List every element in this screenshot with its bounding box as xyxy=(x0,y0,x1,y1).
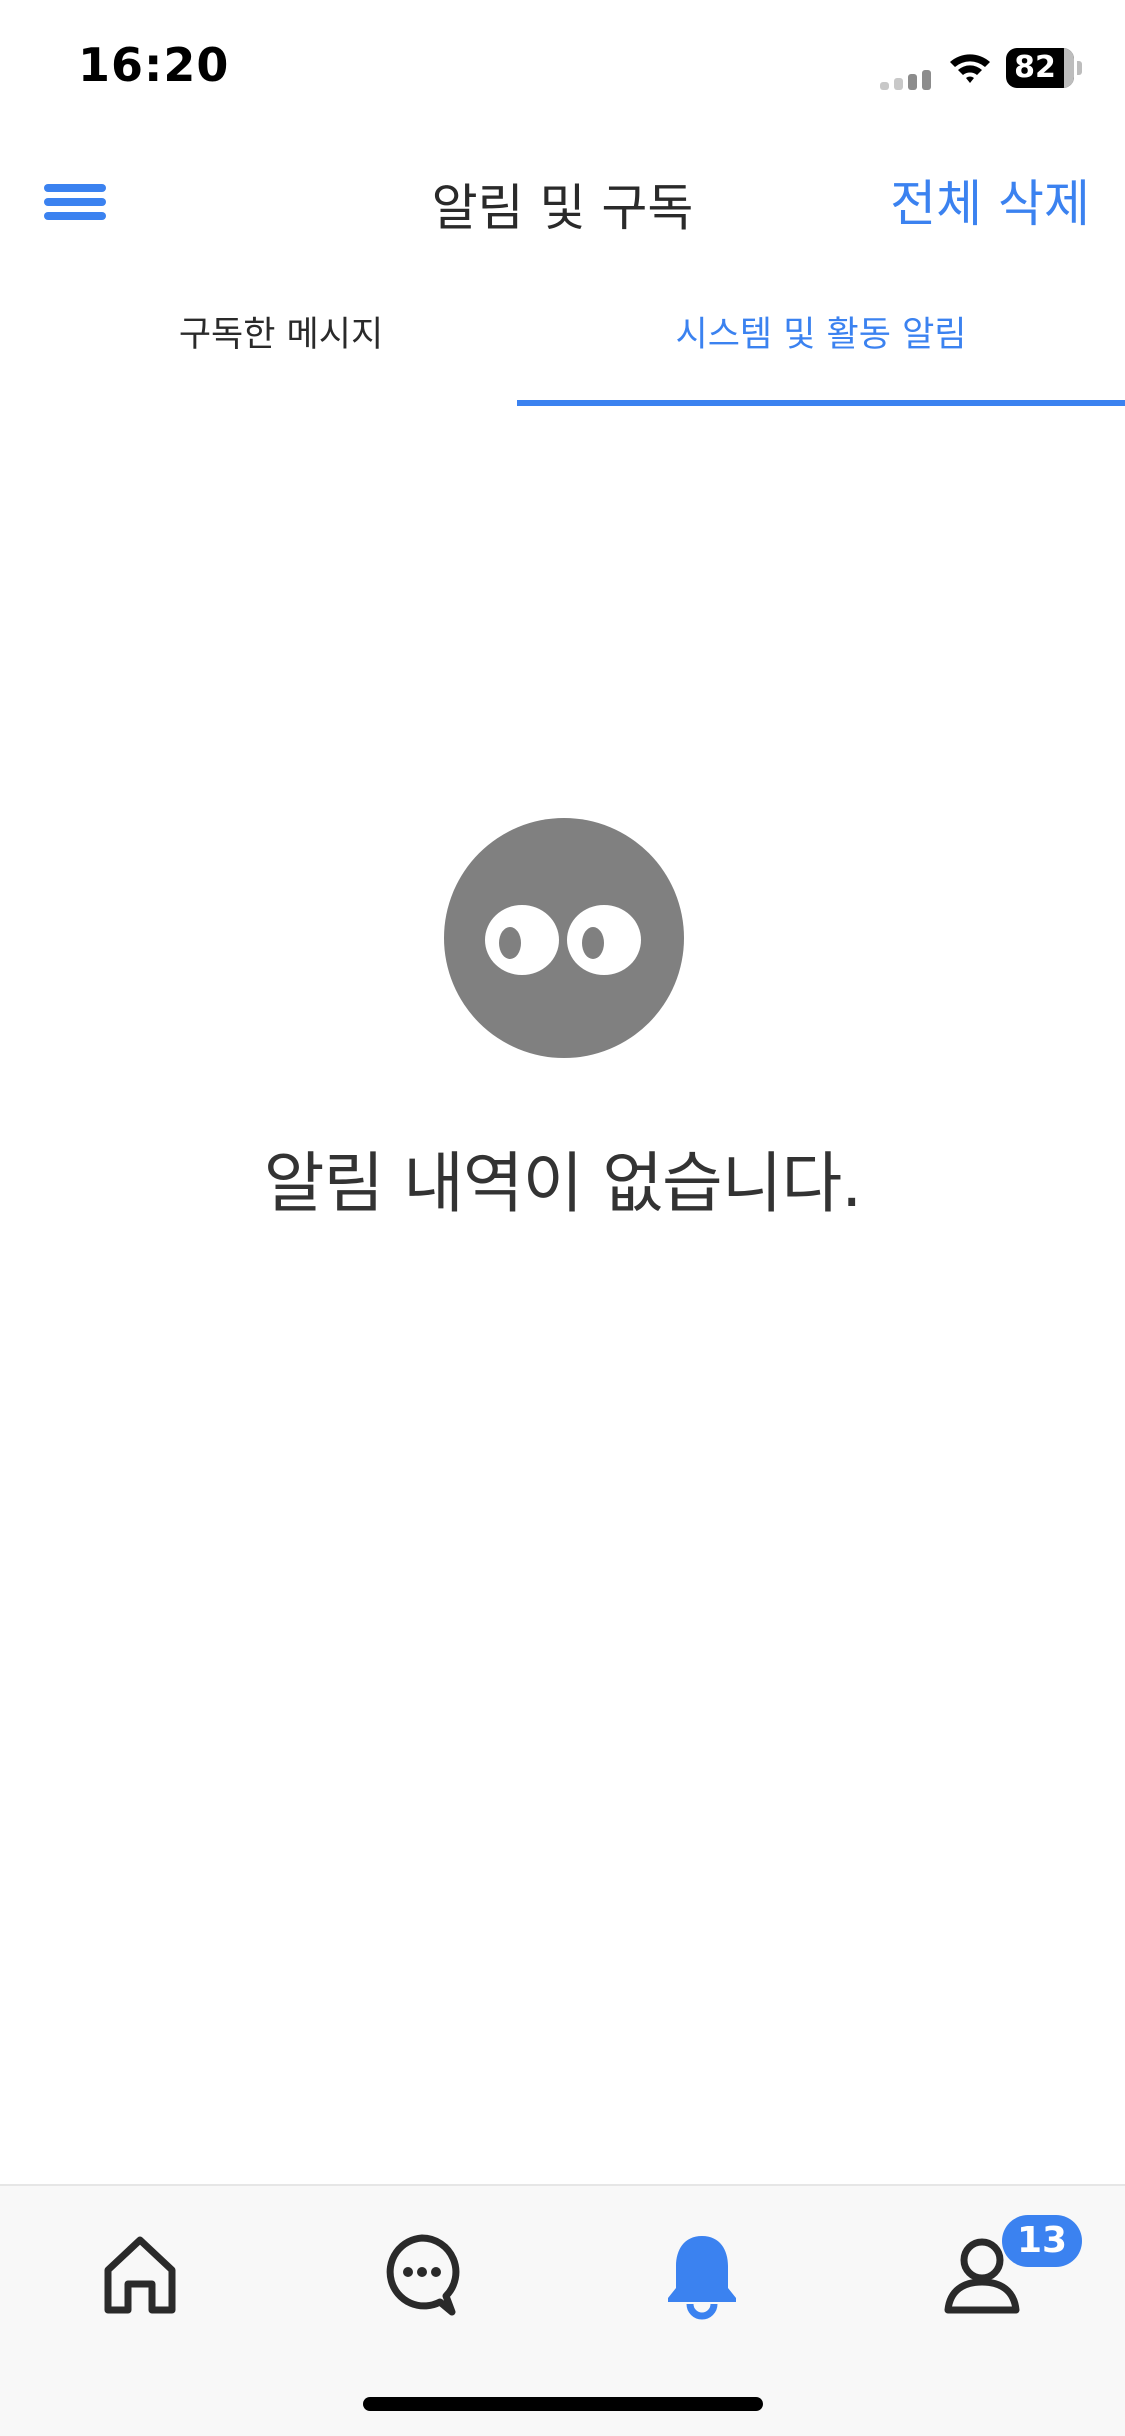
header: 알림 및 구독 전체 삭제 xyxy=(0,140,1125,255)
tab-subscribed-messages[interactable]: 구독한 메시지 xyxy=(0,290,562,408)
home-icon xyxy=(104,2236,176,2314)
eyes-face-icon xyxy=(444,818,684,1058)
delete-all-button[interactable]: 전체 삭제 xyxy=(890,164,1090,236)
nav-chat-button[interactable] xyxy=(362,2216,482,2336)
menu-icon[interactable] xyxy=(40,172,110,228)
active-tab-indicator xyxy=(517,400,1125,406)
nav-home-button[interactable] xyxy=(80,2216,200,2336)
wifi-icon xyxy=(950,54,990,83)
nav-alerts-button[interactable] xyxy=(642,2216,762,2336)
empty-state-message: 알림 내역이 없습니다. xyxy=(263,1145,862,1222)
tab-bar: 구독한 메시지 시스템 및 활동 알림 xyxy=(0,290,1125,408)
screen: 16:20 82 알림 및 구독 전체 삭제 구독한 메시지 시스템 및 활동 … xyxy=(0,0,1125,2436)
status-bar: 16:20 82 xyxy=(0,0,1125,140)
chat-icon xyxy=(386,2234,460,2316)
tab-system-activity-alerts[interactable]: 시스템 및 활동 알림 xyxy=(517,290,1125,408)
status-time: 16:20 xyxy=(78,38,230,92)
bell-icon xyxy=(668,2236,736,2320)
battery-icon: 82 xyxy=(1006,48,1082,88)
battery-level: 82 xyxy=(1014,50,1056,85)
home-indicator[interactable] xyxy=(363,2397,763,2411)
notification-badge: 13 xyxy=(1002,2215,1082,2267)
signal-icon xyxy=(880,70,936,90)
